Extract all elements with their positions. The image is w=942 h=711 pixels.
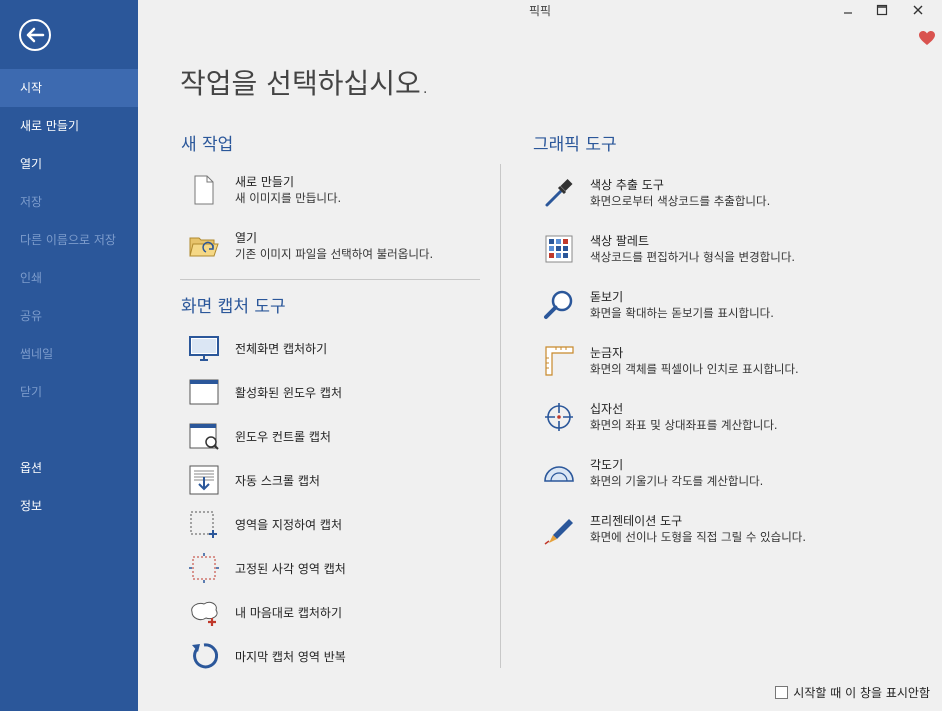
- capture-scroll-label: 자동 스크롤 캡처: [235, 473, 320, 488]
- window-control-icon: [189, 423, 219, 450]
- capture-active-window-button[interactable]: 활성화된 윈도우 캡처: [188, 376, 342, 408]
- pen-icon: [544, 519, 573, 545]
- monitor-icon: [189, 336, 219, 361]
- capture-window-control-button[interactable]: 윈도우 컨트롤 캡처: [188, 420, 331, 452]
- dont-show-label: 시작할 때 이 창을 표시안함: [793, 686, 930, 700]
- sidebar-item-print[interactable]: 인쇄: [0, 259, 138, 297]
- ruler-label: 눈금자: [590, 346, 624, 360]
- capture-fullscreen-label: 전체화면 캡처하기: [235, 341, 328, 356]
- section-title-new-task: 새 작업: [181, 135, 234, 155]
- section-title-capture: 화면 캡처 도구: [181, 297, 286, 317]
- color-picker-desc: 화면으로부터 색상코드를 추출합니다.: [590, 194, 771, 208]
- section-title-graphics: 그래픽 도구: [533, 135, 617, 155]
- title-bar: 픽픽: [138, 0, 942, 20]
- capture-freehand-button[interactable]: 내 마음대로 캡처하기: [188, 596, 342, 628]
- page-title: 작업을 선택하십시오.: [180, 67, 430, 100]
- capture-region-button[interactable]: 영역을 지정하여 캡처: [188, 508, 342, 540]
- crosshair-button[interactable]: 십자선 화면의 좌표 및 상대좌표를 계산합니다.: [543, 401, 778, 434]
- magnifier-desc: 화면을 확대하는 돋보기를 표시합니다.: [590, 306, 774, 320]
- crosshair-icon: [545, 403, 573, 431]
- maximize-button[interactable]: [867, 0, 897, 20]
- sidebar-item-info[interactable]: 정보: [0, 487, 138, 525]
- color-palette-desc: 색상코드를 편집하거나 형식을 변경합니다.: [590, 250, 796, 264]
- sidebar-item-open[interactable]: 열기: [0, 145, 138, 183]
- back-arrow-icon[interactable]: [18, 18, 52, 52]
- new-image-desc: 새 이미지를 만듭니다.: [235, 191, 342, 205]
- magnifier-label: 돋보기: [590, 290, 624, 304]
- sidebar-item-close[interactable]: 닫기: [0, 373, 138, 411]
- capture-scroll-button[interactable]: 자동 스크롤 캡처: [188, 464, 320, 496]
- sidebar-item-save-as[interactable]: 다른 이름으로 저장: [0, 221, 138, 259]
- capture-fixed-region-label: 고정된 사각 영역 캡처: [235, 561, 346, 576]
- magnifier-button[interactable]: 돋보기 화면을 확대하는 돋보기를 표시합니다.: [543, 289, 774, 322]
- close-icon: [913, 5, 923, 15]
- capture-repeat-label: 마지막 캡처 영역 반복: [235, 649, 346, 664]
- protractor-label: 각도기: [590, 458, 624, 472]
- repeat-icon: [192, 643, 219, 669]
- section-divider: [180, 279, 480, 280]
- main-panel: 픽픽 작업을 선택하십시오. 새 작업 새로 만들기 새 이미지를 만듭니다.: [138, 0, 942, 711]
- eyedropper-icon: [545, 178, 573, 207]
- open-file-desc: 기존 이미지 파일을 선택하여 불러옵니다.: [235, 247, 434, 261]
- sidebar-item-options[interactable]: 옵션: [0, 449, 138, 487]
- new-image-button[interactable]: 새로 만들기 새 이미지를 만듭니다.: [188, 174, 341, 207]
- protractor-icon: [544, 466, 574, 482]
- open-folder-icon: [189, 237, 219, 257]
- capture-repeat-button[interactable]: 마지막 캡처 영역 반복: [188, 640, 346, 672]
- minimize-button[interactable]: [833, 0, 863, 20]
- new-image-label: 새로 만들기: [235, 175, 295, 189]
- open-file-button[interactable]: 열기 기존 이미지 파일을 선택하여 불러옵니다.: [188, 230, 433, 263]
- region-icon: [190, 511, 217, 538]
- sidebar-item-new[interactable]: 새로 만들기: [0, 107, 138, 145]
- palette-icon: [545, 235, 573, 263]
- capture-freehand-label: 내 마음대로 캡처하기: [235, 605, 342, 620]
- color-picker-button[interactable]: 색상 추출 도구 화면으로부터 색상코드를 추출합니다.: [543, 177, 770, 210]
- sidebar-item-start[interactable]: 시작: [0, 69, 138, 107]
- scroll-capture-icon: [189, 465, 219, 495]
- color-palette-label: 색상 팔레트: [590, 234, 650, 248]
- column-divider: [500, 164, 501, 668]
- capture-fixed-region-button[interactable]: 고정된 사각 영역 캡처: [188, 552, 346, 584]
- magnifier-icon: [544, 290, 573, 319]
- crosshair-label: 십자선: [590, 402, 624, 416]
- close-button[interactable]: [903, 0, 933, 20]
- startup-option[interactable]: 시작할 때 이 창을 표시안함: [775, 684, 930, 701]
- capture-window-control-label: 윈도우 컨트롤 캡처: [235, 429, 331, 444]
- presentation-tool-button[interactable]: 프리젠테이션 도구 화면에 선이나 도형을 직접 그릴 수 있습니다.: [543, 513, 806, 546]
- ruler-desc: 화면의 객체를 픽셀이나 인치로 표시합니다.: [590, 362, 799, 376]
- sidebar: 시작 새로 만들기 열기 저장 다른 이름으로 저장 인쇄 공유 썸네일 닫기 …: [0, 0, 138, 711]
- open-file-label: 열기: [235, 231, 258, 245]
- sidebar-item-save[interactable]: 저장: [0, 183, 138, 221]
- dont-show-checkbox[interactable]: [775, 686, 789, 699]
- minimize-icon: [844, 12, 852, 14]
- active-window-icon: [189, 379, 219, 405]
- sidebar-item-share[interactable]: 공유: [0, 297, 138, 335]
- fixed-region-icon: [189, 553, 219, 583]
- presentation-tool-label: 프리젠테이션 도구: [590, 514, 683, 528]
- presentation-tool-desc: 화면에 선이나 도형을 직접 그릴 수 있습니다.: [590, 530, 807, 544]
- color-palette-button[interactable]: 색상 팔레트 색상코드를 편집하거나 형식을 변경합니다.: [543, 233, 795, 266]
- new-file-icon: [194, 175, 214, 205]
- color-picker-label: 색상 추출 도구: [590, 178, 664, 192]
- protractor-desc: 화면의 기울기나 각도를 계산합니다.: [590, 474, 764, 488]
- maximize-icon: [876, 4, 888, 16]
- capture-active-window-label: 활성화된 윈도우 캡처: [235, 385, 342, 400]
- heart-icon[interactable]: [918, 30, 936, 46]
- capture-fullscreen-button[interactable]: 전체화면 캡처하기: [188, 332, 327, 364]
- ruler-button[interactable]: 눈금자 화면의 객체를 픽셀이나 인치로 표시합니다.: [543, 345, 799, 378]
- freehand-icon: [191, 601, 218, 626]
- crosshair-desc: 화면의 좌표 및 상대좌표를 계산합니다.: [590, 418, 778, 432]
- window-title: 픽픽: [528, 4, 552, 18]
- ruler-icon: [545, 346, 574, 376]
- sidebar-item-thumbnail[interactable]: 썸네일: [0, 335, 138, 373]
- protractor-button[interactable]: 각도기 화면의 기울기나 각도를 계산합니다.: [543, 457, 763, 490]
- capture-region-label: 영역을 지정하여 캡처: [235, 517, 342, 532]
